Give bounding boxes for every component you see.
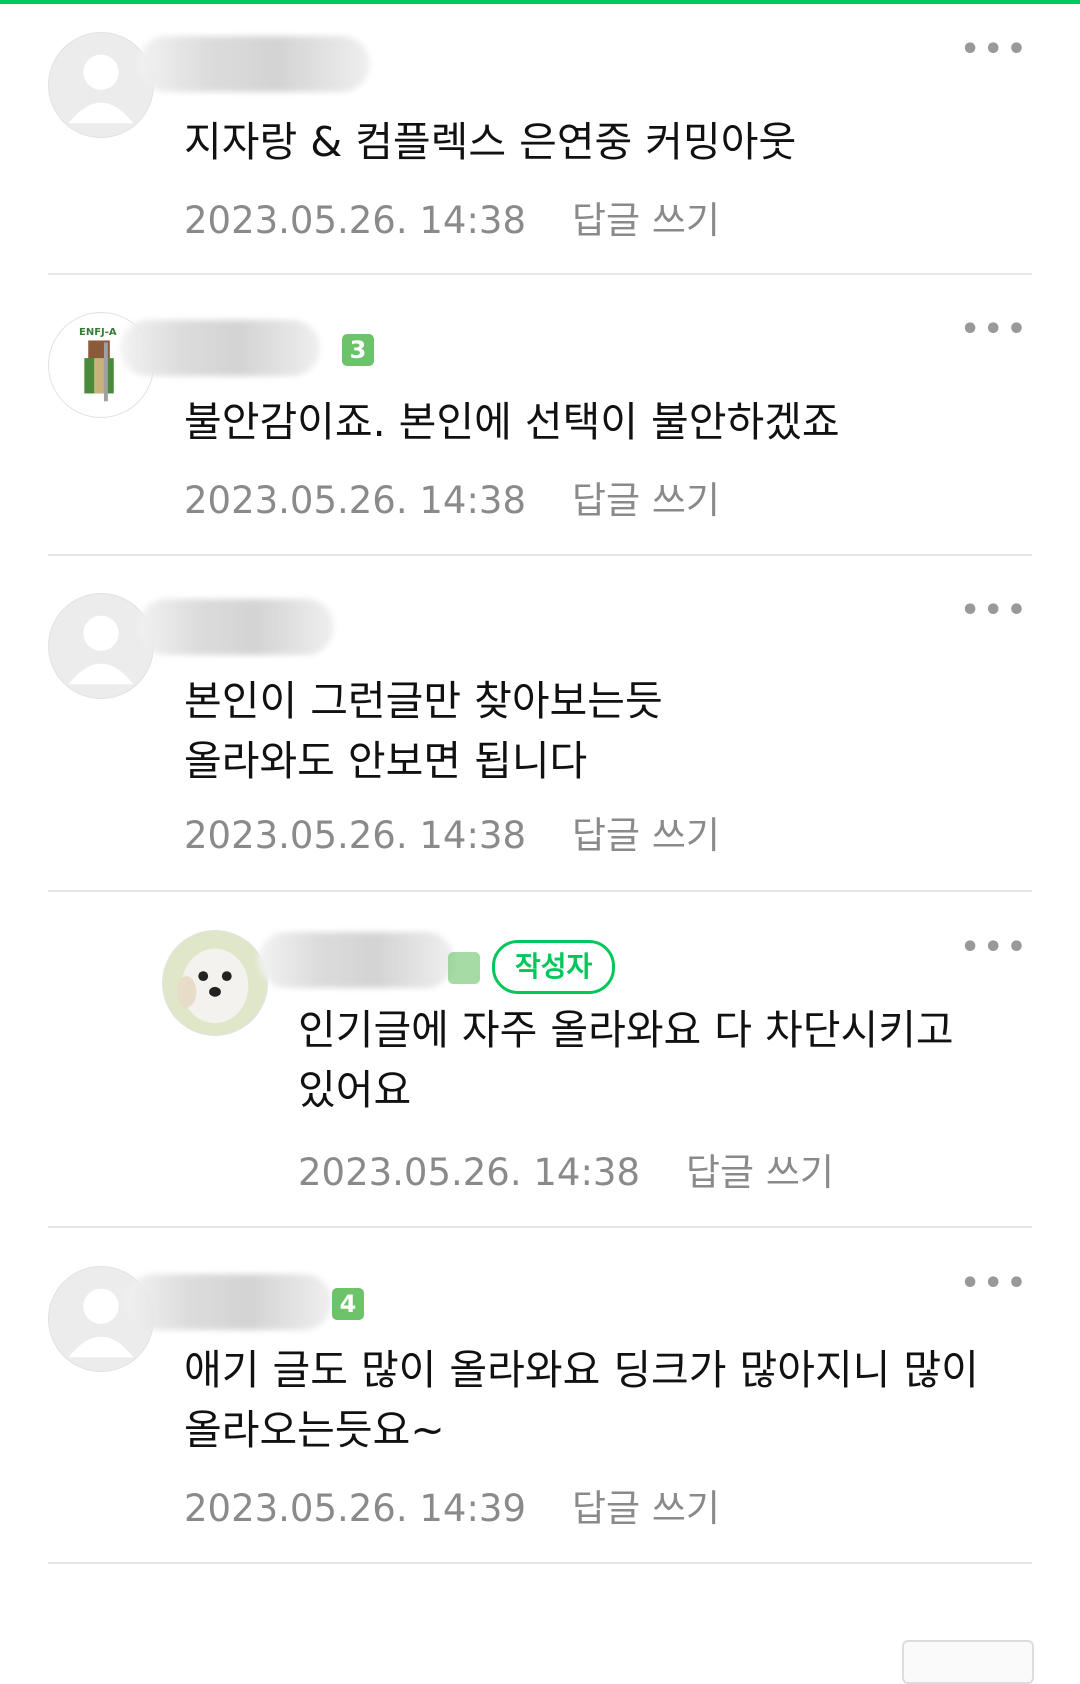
comment-meta: 2023.05.26. 14:39 답글 쓰기: [184, 1478, 720, 1532]
comment-meta: 2023.05.26. 14:38 답글 쓰기: [184, 470, 720, 524]
dog-avatar-icon: [176, 948, 249, 1024]
author-badge: 작성자: [492, 940, 616, 994]
comment-item: ENFJ-A 3 ••• 불안감이죠. 본인에 선택이 불안하겠죠 2023.0…: [48, 312, 1032, 552]
default-user-icon: [68, 615, 134, 685]
avatar[interactable]: [48, 593, 154, 699]
reply-button[interactable]: 답글 쓰기: [572, 470, 720, 524]
comment-text: 지자랑 & 컴플렉스 은연중 커밍아웃: [184, 118, 797, 166]
reply-button[interactable]: 답글 쓰기: [572, 190, 720, 244]
comment-meta: 2023.05.26. 14:38 답글 쓰기: [298, 1142, 834, 1196]
more-options-icon[interactable]: •••: [960, 593, 1030, 628]
floating-button[interactable]: [902, 1640, 1034, 1684]
comment-text: 본인이 그런글만 찾아보는듯 올라와도 안보면 됩니다: [184, 677, 663, 785]
nickname-blurred: [258, 932, 454, 988]
comment-item: ••• 지자랑 & 컴플렉스 은연중 커밍아웃 2023.05.26. 14:3…: [48, 32, 1032, 272]
comment-date: 2023.05.26. 14:39: [184, 1487, 526, 1530]
comment-text: 애기 글도 많이 올라와요 딩크가 많아지니 많이 올라오는듯요~: [184, 1346, 979, 1454]
default-user-icon: [68, 54, 134, 124]
more-options-icon[interactable]: •••: [960, 930, 1030, 965]
divider: [48, 1562, 1032, 1564]
divider: [48, 554, 1032, 556]
comment-item: ••• 본인이 그런글만 찾아보는듯 올라와도 안보면 됩니다 2023.05.…: [48, 593, 1032, 889]
level-badge: 4: [332, 1288, 364, 1320]
divider: [48, 273, 1032, 275]
divider: [48, 890, 1032, 892]
divider: [48, 1226, 1032, 1228]
level-badge: [448, 952, 480, 984]
comment-date: 2023.05.26. 14:38: [298, 1151, 640, 1194]
comment-date: 2023.05.26. 14:38: [184, 199, 526, 242]
comment-item: 4 ••• 애기 글도 많이 올라와요 딩크가 많아지니 많이 올라오는듯요~ …: [48, 1266, 1032, 1562]
nickname-blurred: [120, 320, 320, 376]
level-badge: 3: [342, 334, 374, 366]
comment-meta: 2023.05.26. 14:38 답글 쓰기: [184, 805, 720, 859]
avatar[interactable]: [162, 930, 268, 1036]
more-options-icon[interactable]: •••: [960, 32, 1030, 67]
top-accent-bar: [0, 0, 1080, 4]
nickname-blurred: [138, 599, 334, 655]
comment-date: 2023.05.26. 14:38: [184, 479, 526, 522]
nickname-blurred: [126, 1274, 332, 1330]
comment-date: 2023.05.26. 14:38: [184, 814, 526, 857]
comment-text: 인기글에 자주 올라와요 다 차단시키고 있어요: [298, 1006, 954, 1114]
avatar[interactable]: [48, 32, 154, 138]
more-options-icon[interactable]: •••: [960, 312, 1030, 347]
reply-button[interactable]: 답글 쓰기: [572, 1478, 720, 1532]
reply-button[interactable]: 답글 쓰기: [686, 1142, 834, 1196]
avatar-label: ENFJ-A: [79, 327, 117, 338]
comment-meta: 2023.05.26. 14:38 답글 쓰기: [184, 190, 720, 244]
reply-comment-item: 작성자 ••• 인기글에 자주 올라와요 다 차단시키고 있어요 2023.05…: [48, 930, 1032, 1226]
more-options-icon[interactable]: •••: [960, 1266, 1030, 1301]
reply-button[interactable]: 답글 쓰기: [572, 805, 720, 859]
comment-text: 불안감이죠. 본인에 선택이 불안하겠죠: [184, 398, 840, 446]
nickname-blurred: [138, 36, 370, 92]
